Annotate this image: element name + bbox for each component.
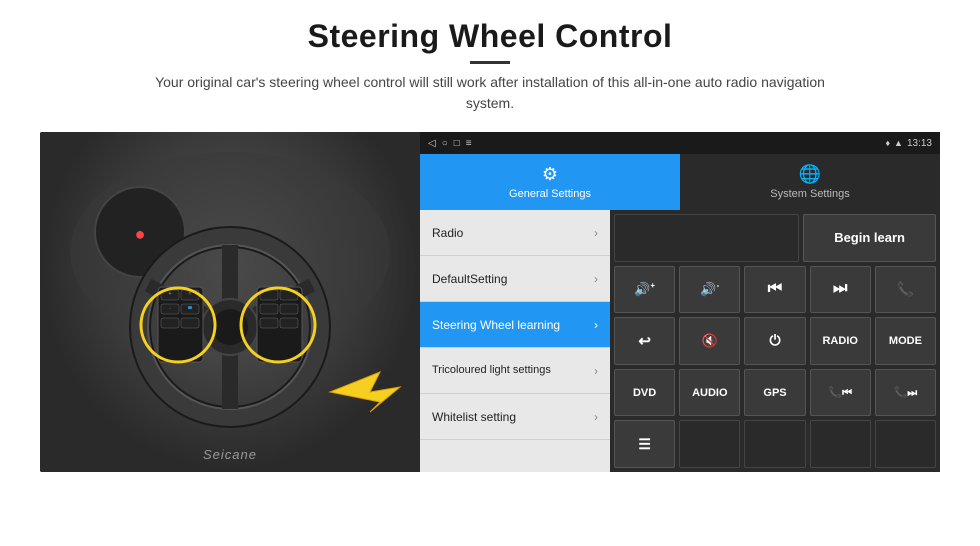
grid-btn-radio[interactable]: RADIO: [810, 317, 871, 365]
grid-btn-empty4: [875, 420, 936, 468]
vol-up-icon: 🔊+: [634, 281, 655, 297]
title-section: Steering Wheel Control Your original car…: [140, 18, 840, 126]
vol-down-icon: 🔊-: [700, 281, 719, 297]
tab-system-settings[interactable]: 🌐 System Settings: [680, 154, 940, 210]
tab-system-label: System Settings: [770, 188, 849, 200]
android-statusbar: ◁ ○ □ ≡ ♦ ▲ 13:13: [420, 132, 940, 154]
back-icon: ↩: [638, 332, 651, 350]
menu-arrow-steering: ›: [594, 318, 598, 332]
menu-item-default-label: DefaultSetting: [432, 272, 507, 286]
general-settings-icon: ⚙: [542, 164, 558, 185]
grid-btn-mute[interactable]: 🔇: [679, 317, 740, 365]
svg-text:☎: ☎: [188, 305, 193, 310]
grid-btn-phone[interactable]: 📞: [875, 266, 936, 314]
grid-btn-audio[interactable]: AUDIO: [679, 369, 740, 417]
button-grid: Begin learn 🔊+ 🔊- ⏮: [610, 210, 940, 472]
page-wrapper: Steering Wheel Control Your original car…: [0, 0, 980, 546]
grid-btn-empty3: [810, 420, 871, 468]
mute-icon: 🔇: [702, 333, 718, 349]
grid-btn-back[interactable]: ↩: [614, 317, 675, 365]
home-nav-icon[interactable]: ○: [442, 138, 448, 149]
android-ui: ◁ ○ □ ≡ ♦ ▲ 13:13 ⚙ General Settings: [420, 132, 940, 472]
menu-arrow-white: ›: [594, 410, 598, 424]
tab-general-label: General Settings: [509, 188, 591, 200]
gps-icon: ♦: [885, 138, 890, 148]
subtitle: Your original car's steering wheel contr…: [140, 72, 840, 114]
next-track-icon: ⏭: [833, 280, 847, 298]
recents-nav-icon[interactable]: □: [454, 138, 460, 149]
menu-nav-icon[interactable]: ≡: [466, 138, 472, 149]
grid-btn-phone-prev[interactable]: 📞⏮: [810, 369, 871, 417]
grid-btn-vol-up[interactable]: 🔊+: [614, 266, 675, 314]
title-divider: [470, 61, 510, 64]
menu-arrow-default: ›: [594, 272, 598, 286]
car-image-area: ●: [40, 132, 420, 472]
grid-row-5: ☰: [614, 420, 936, 468]
menu-item-steering[interactable]: Steering Wheel learning ›: [420, 302, 610, 348]
grid-btn-vol-down[interactable]: 🔊-: [679, 266, 740, 314]
grid-btn-phone-next[interactable]: 📞⏭: [875, 369, 936, 417]
menu-and-grid: Radio › DefaultSetting › Steering Wheel …: [420, 210, 940, 472]
mode-label: MODE: [889, 335, 922, 347]
grid-btn-list[interactable]: ☰: [614, 420, 675, 468]
menu-item-steering-label: Steering Wheel learning: [432, 318, 560, 332]
grid-btn-dvd[interactable]: DVD: [614, 369, 675, 417]
statusbar-right: ♦ ▲ 13:13: [885, 138, 932, 149]
menu-item-tricoloured[interactable]: Tricoloured light settings ›: [420, 348, 610, 394]
radio-label: RADIO: [822, 335, 857, 347]
svg-text:●: ●: [135, 224, 146, 244]
grid-btn-prev-track[interactable]: ⏮: [744, 266, 805, 314]
car-background: ●: [40, 132, 420, 472]
wifi-icon: ▲: [894, 138, 903, 148]
seicane-watermark: Seicane: [203, 447, 257, 462]
grid-btn-next-track[interactable]: ⏭: [810, 266, 871, 314]
menu-item-defaultsetting[interactable]: DefaultSetting ›: [420, 256, 610, 302]
grid-btn-empty1: [679, 420, 740, 468]
tab-bar: ⚙ General Settings 🌐 System Settings: [420, 154, 940, 210]
menu-item-radio-label: Radio: [432, 226, 463, 240]
prev-track-icon: ⏮: [768, 280, 782, 298]
grid-row-4: DVD AUDIO GPS 📞⏮ 📞⏭: [614, 369, 936, 417]
tab-general-settings[interactable]: ⚙ General Settings: [420, 154, 680, 210]
svg-text:+: +: [169, 291, 172, 297]
audio-label: AUDIO: [692, 387, 727, 399]
gps-label: GPS: [763, 387, 786, 399]
grid-row-3: ↩ 🔇 ⏻ RADIO MODE: [614, 317, 936, 365]
grid-btn-empty-top: [614, 214, 799, 262]
phone-prev-icon: 📞⏮: [828, 386, 852, 400]
grid-row-2: 🔊+ 🔊- ⏮ ⏭ 📞: [614, 266, 936, 314]
begin-learn-button[interactable]: Begin learn: [803, 214, 936, 262]
statusbar-nav: ◁ ○ □ ≡: [428, 138, 472, 149]
menu-item-whitelist[interactable]: Whitelist setting ›: [420, 394, 610, 440]
menu-item-white-label: Whitelist setting: [432, 410, 516, 424]
menu-item-radio[interactable]: Radio ›: [420, 210, 610, 256]
list-icon: ☰: [638, 436, 651, 453]
menu-list: Radio › DefaultSetting › Steering Wheel …: [420, 210, 610, 472]
grid-btn-gps[interactable]: GPS: [744, 369, 805, 417]
system-settings-icon: 🌐: [799, 164, 821, 185]
steering-wheel-svg: ●: [40, 132, 420, 472]
phone-next-icon: 📞⏭: [894, 386, 918, 400]
grid-btn-power[interactable]: ⏻: [744, 317, 805, 365]
back-nav-icon[interactable]: ◁: [428, 138, 436, 149]
menu-item-tri-label: Tricoloured light settings: [432, 364, 551, 377]
grid-btn-mode[interactable]: MODE: [875, 317, 936, 365]
time-display: 13:13: [907, 138, 932, 149]
phone-icon: 📞: [897, 281, 914, 298]
content-area: ●: [40, 132, 940, 472]
grid-btn-empty2: [744, 420, 805, 468]
menu-arrow-radio: ›: [594, 226, 598, 240]
menu-arrow-tri: ›: [594, 364, 598, 378]
page-title: Steering Wheel Control: [140, 18, 840, 55]
power-icon: ⏻: [769, 332, 780, 349]
grid-row-1: Begin learn: [614, 214, 936, 262]
dvd-label: DVD: [633, 387, 656, 399]
